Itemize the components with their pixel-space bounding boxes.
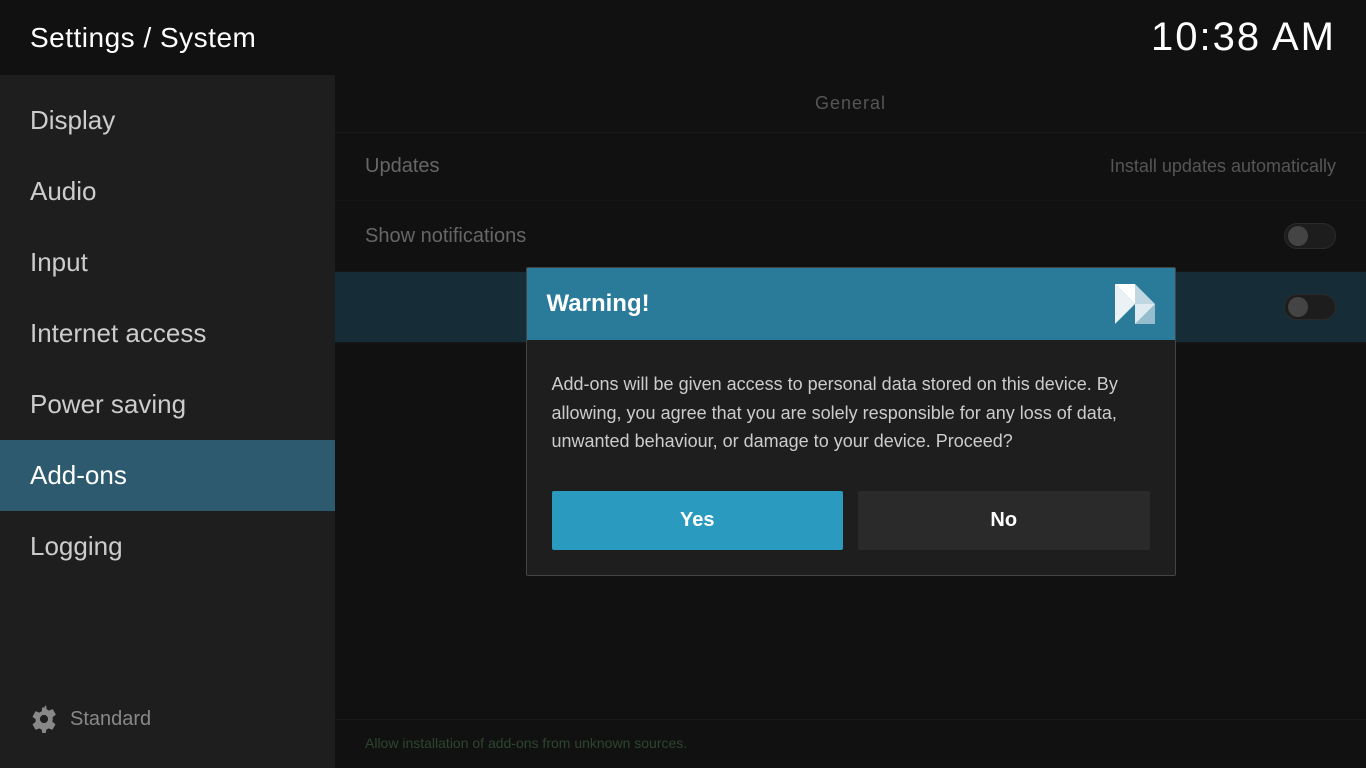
app-header: Settings / System 10:38 AM	[0, 0, 1366, 75]
dialog-overlay: Warning! Add-ons will be given access to…	[335, 75, 1366, 768]
main-layout: Display Audio Input Internet access Powe…	[0, 75, 1366, 768]
warning-dialog: Warning! Add-ons will be given access to…	[526, 267, 1176, 576]
dialog-header: Warning!	[527, 268, 1175, 340]
kodi-logo-icon	[1115, 284, 1155, 324]
sidebar-item-logging[interactable]: Logging	[0, 511, 335, 582]
sidebar-item-audio[interactable]: Audio	[0, 156, 335, 227]
sidebar: Display Audio Input Internet access Powe…	[0, 75, 335, 768]
sidebar-item-power-saving[interactable]: Power saving	[0, 369, 335, 440]
sidebar-item-input[interactable]: Input	[0, 227, 335, 298]
sidebar-item-internet-access[interactable]: Internet access	[0, 298, 335, 369]
sidebar-footer: Standard	[0, 690, 335, 748]
profile-label: Standard	[70, 708, 151, 731]
page-title: Settings / System	[30, 22, 256, 54]
sidebar-item-display[interactable]: Display	[0, 85, 335, 156]
dialog-body: Add-ons will be given access to personal…	[527, 340, 1175, 481]
current-time: 10:38 AM	[1151, 15, 1336, 60]
content-area: General Updates Install updates automati…	[335, 75, 1366, 768]
dialog-buttons: Yes No	[527, 481, 1175, 575]
no-button[interactable]: No	[858, 491, 1150, 550]
sidebar-item-add-ons[interactable]: Add-ons	[0, 440, 335, 511]
dialog-title: Warning!	[547, 290, 650, 318]
gear-icon	[30, 705, 58, 733]
yes-button[interactable]: Yes	[552, 491, 844, 550]
